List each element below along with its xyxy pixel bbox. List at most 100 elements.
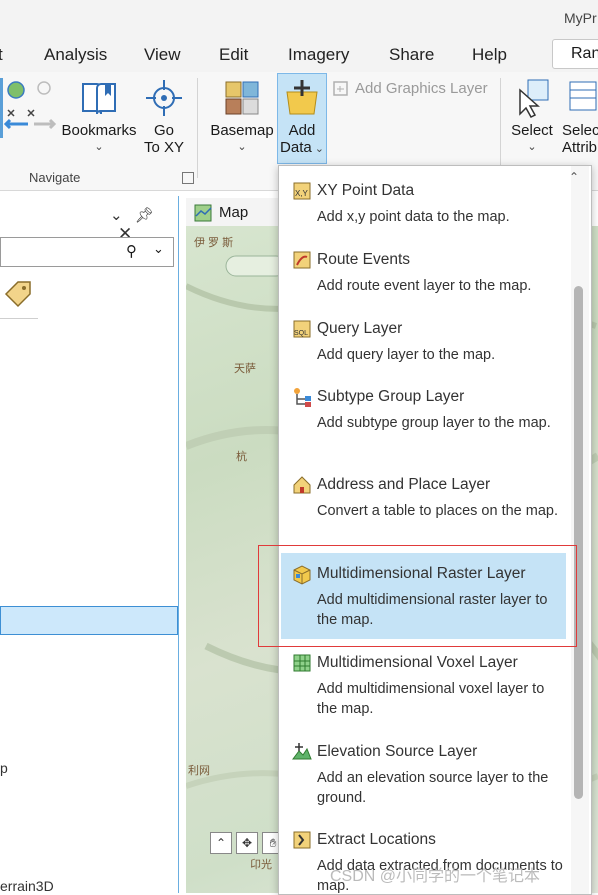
- tab-view[interactable]: View: [144, 45, 181, 65]
- go-to-xy-button[interactable]: Go To XY: [140, 78, 188, 156]
- menu-item-title: Subtype Group Layer: [317, 388, 465, 405]
- menu-item-query-layer[interactable]: SQL Query Layer Add query layer to the m…: [281, 312, 566, 374]
- scroll-up-icon[interactable]: ⌃: [569, 170, 579, 184]
- tab-analysis[interactable]: Analysis: [44, 45, 107, 65]
- menu-item-title: Multidimensional Voxel Layer: [317, 654, 518, 671]
- navigate-tools-icon[interactable]: [0, 76, 60, 166]
- map-icon: [194, 204, 212, 222]
- chevron-down-icon: ⌄: [237, 141, 247, 153]
- subtype-icon: [294, 388, 311, 407]
- command-search-text: Ran: [571, 45, 598, 62]
- select-cursor-icon: [519, 79, 549, 118]
- address-icon: [293, 476, 311, 494]
- select-button[interactable]: Select ⌄: [508, 78, 556, 156]
- contents-search-input[interactable]: ⚲ ⌄: [0, 237, 174, 267]
- pane-divider: [0, 318, 38, 319]
- extract-icon: [293, 831, 311, 849]
- svg-text:X,Y: X,Y: [295, 189, 309, 198]
- map-nav-up-icon[interactable]: ⌃: [210, 832, 232, 854]
- map-tab-label: Map: [219, 204, 249, 221]
- app-title: MyPr: [564, 10, 597, 26]
- menu-item-description: Add query layer to the map.: [317, 347, 496, 363]
- menu-item-title: Elevation Source Layer: [317, 743, 478, 760]
- select-attr-label-1: Selec: [562, 122, 598, 139]
- ribbon-separator: [197, 78, 198, 178]
- tag-icon[interactable]: [2, 280, 38, 316]
- contents-item-partial[interactable]: p: [0, 760, 8, 776]
- menu-item-subtype-group-layer[interactable]: Subtype Group Layer Add subtype group la…: [281, 380, 566, 462]
- title-bar: MyPr: [0, 0, 598, 36]
- ribbon-separator: [500, 78, 501, 178]
- tab-partial[interactable]: t: [0, 45, 3, 65]
- chevron-down-icon: ⌄: [94, 141, 104, 153]
- menu-item-route-events[interactable]: Route Events Add route event layer to th…: [281, 243, 566, 305]
- route-events-icon: [293, 251, 311, 269]
- go-to-label-1: Go: [153, 122, 174, 139]
- tab-share[interactable]: Share: [389, 45, 434, 65]
- chevron-down-icon[interactable]: ⌄: [153, 241, 164, 257]
- dialog-launcher-icon[interactable]: [182, 172, 194, 184]
- tab-help[interactable]: Help: [472, 45, 507, 65]
- contents-selected-row[interactable]: [0, 606, 178, 635]
- annotation-highlight-box: [258, 545, 577, 647]
- menu-item-description: Add subtype group layer to the map.: [317, 415, 551, 431]
- select-by-attributes-button[interactable]: Selec Attrib: [560, 78, 598, 156]
- add-data-button[interactable]: Add Data ⌄: [277, 73, 327, 164]
- elevation-icon: [292, 743, 312, 760]
- contents-item-partial[interactable]: errain3D: [0, 878, 54, 894]
- select-attr-label-2: Attrib: [562, 139, 598, 156]
- sql-icon: SQL: [293, 320, 311, 338]
- bookmarks-label: Bookmarks: [61, 122, 137, 139]
- menu-scroll-thumb[interactable]: [574, 286, 583, 799]
- menu-item-description: Add route event layer to the map.: [317, 278, 532, 294]
- select-label: Select: [511, 122, 553, 139]
- basemap-icon: [225, 81, 259, 115]
- chevron-down-icon: ⌄: [311, 143, 324, 155]
- map-place-label: 利网: [188, 765, 210, 777]
- pin-icon[interactable]: 📌︎: [135, 207, 154, 224]
- command-search-input[interactable]: Ran: [552, 39, 598, 69]
- menu-item-title: Extract Locations: [317, 831, 436, 848]
- chevron-down-icon[interactable]: ⌄: [110, 207, 123, 224]
- menu-item-title: Address and Place Layer: [317, 476, 491, 493]
- menu-item-address-place-layer[interactable]: Address and Place Layer Convert a table …: [281, 468, 566, 550]
- map-move-icon[interactable]: ✥: [236, 832, 258, 854]
- svg-text:SQL: SQL: [294, 330, 308, 337]
- watermark: CSDN @小同学的一个笔记本: [330, 868, 541, 885]
- bookmarks-icon: [82, 83, 116, 115]
- ribbon-tab-row: t Analysis View Edit Imagery Share Help …: [0, 36, 598, 72]
- add-data-icon: [286, 80, 318, 115]
- menu-item-description: Convert a table to places on the map.: [317, 503, 559, 519]
- go-to-label-2: To XY: [143, 139, 185, 156]
- menu-item-elevation-source-layer[interactable]: Elevation Source Layer Add an elevation …: [281, 735, 566, 817]
- tab-imagery[interactable]: Imagery: [288, 45, 349, 65]
- tab-edit[interactable]: Edit: [219, 45, 248, 65]
- bookmarks-button[interactable]: Bookmarks ⌄: [60, 78, 138, 156]
- map-place-label: 伊 罗 斯: [194, 237, 234, 249]
- menu-item-xy-point-data[interactable]: X,Y XY Point Data Add x,y point data to …: [281, 174, 566, 236]
- menu-item-title: Query Layer: [317, 320, 403, 337]
- menu-item-description: Add multidimensional voxel layer to the …: [317, 681, 545, 717]
- add-graphics-layer-button[interactable]: Add Graphics Layer: [355, 80, 488, 97]
- menu-item-description: Add x,y point data to the map.: [317, 209, 510, 225]
- menu-item-multidimensional-voxel-layer[interactable]: Multidimensional Voxel Layer Add multidi…: [281, 646, 566, 728]
- map-place-label: 天萨: [234, 363, 256, 375]
- search-icon: ⚲: [126, 243, 137, 260]
- crosshair-icon: [146, 80, 182, 116]
- map-place-label: 杭: [236, 451, 247, 463]
- add-data-label-2: Data: [280, 139, 312, 156]
- menu-item-title: Route Events: [317, 251, 411, 268]
- basemap-label: Basemap: [210, 122, 274, 139]
- basemap-button[interactable]: Basemap ⌄: [208, 78, 276, 156]
- xy-icon: X,Y: [293, 182, 311, 200]
- chevron-down-icon: ⌄: [527, 141, 537, 153]
- menu-item-title: XY Point Data: [317, 182, 415, 199]
- menu-item-description: Add an elevation source layer to the gro…: [317, 770, 549, 806]
- select-attributes-icon: [569, 81, 597, 111]
- map-place-label: 卬光: [250, 859, 272, 871]
- add-data-menu: ⌃ X,Y XY Point Data Add x,y point data t…: [278, 165, 592, 895]
- navigate-group-label: Navigate: [29, 170, 81, 185]
- add-data-label-1: Add: [288, 122, 316, 139]
- graphics-layer-icon: [333, 81, 348, 96]
- voxel-icon: [293, 654, 311, 672]
